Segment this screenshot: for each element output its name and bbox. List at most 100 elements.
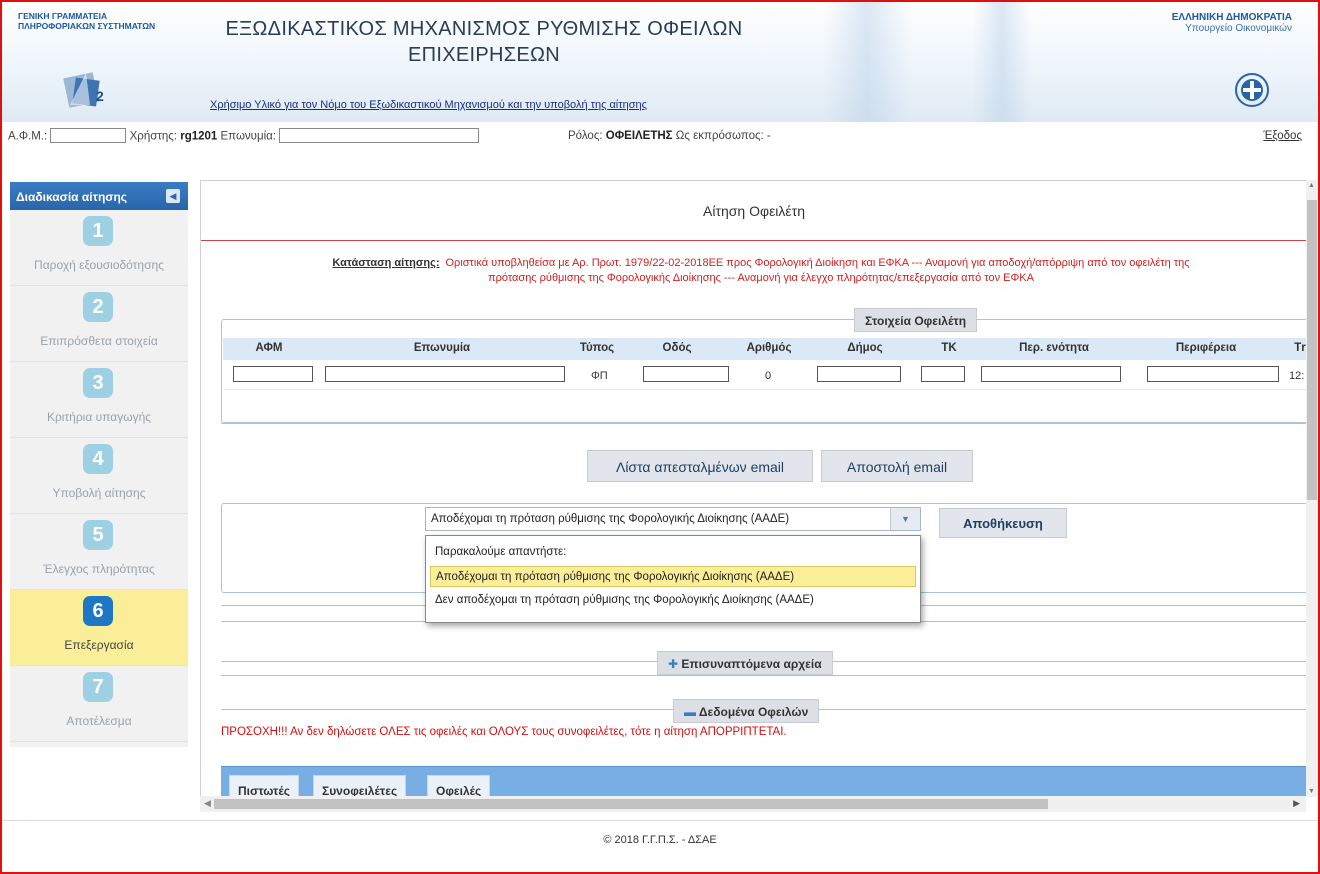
main-panel: Αίτηση Οφειλέτη Κατάσταση αίτησης: Οριστι… bbox=[200, 180, 1318, 797]
step-number: 5 bbox=[83, 520, 113, 550]
step-number: 4 bbox=[83, 444, 113, 474]
acceptance-select[interactable]: Αποδέχομαι τη πρόταση ρύθμισης της Φορολ… bbox=[425, 507, 921, 531]
plus-icon: ✚ bbox=[668, 657, 679, 671]
scroll-left-icon[interactable]: ◀ bbox=[204, 798, 211, 809]
status-text-2: πρότασης ρύθμισης της Φορολογικής Διοίκη… bbox=[488, 272, 1034, 284]
status-label: Κατάσταση αίτησης: bbox=[332, 257, 440, 269]
row-number: 0 bbox=[765, 370, 772, 382]
dropdown-option-prompt[interactable]: Παρακαλούμε απαντήστε: bbox=[430, 542, 916, 563]
step-6[interactable]: 6 Επεξεργασία bbox=[10, 590, 188, 666]
gg-logo-icon: 2 bbox=[63, 72, 104, 108]
user-value: rg1201 bbox=[180, 130, 218, 143]
debts-tabs: Πιστωτές Συνοφειλέτες Οφειλές bbox=[221, 766, 1311, 796]
row-street-field bbox=[643, 366, 729, 382]
tab-debts[interactable]: Οφειλές bbox=[427, 775, 491, 796]
application-status: Κατάσταση αίτησης: Οριστικά υποβληθείσα μ… bbox=[231, 256, 1291, 286]
col-name: Επωνυμία bbox=[413, 342, 471, 354]
horizontal-scrollbar[interactable]: ◀ ▶ bbox=[200, 796, 1306, 812]
divider bbox=[221, 423, 1311, 424]
tab-creditors[interactable]: Πιστωτές bbox=[229, 775, 300, 796]
col-region: Περιφέρεια bbox=[1175, 342, 1237, 354]
debtor-section-button[interactable]: Στοιχεία Οφειλέτη bbox=[854, 308, 978, 332]
vertical-scrollbar[interactable]: ▲ ▼ bbox=[1306, 180, 1318, 797]
select-value: Αποδέχομαι τη πρόταση ρύθμισης της Φορολ… bbox=[431, 513, 790, 525]
row-municipality-field bbox=[817, 366, 901, 382]
acceptance-dropdown: Παρακαλούμε απαντήστε: Αποδέχομαι τη πρό… bbox=[425, 535, 921, 623]
process-sidebar: Διαδικασία αίτησης ◀ 1 Παροχή εξουσιοδότ… bbox=[10, 182, 188, 747]
step-label: Κριτήρια υπαγωγής bbox=[46, 410, 152, 424]
debtor-details-box: ΑΦΜ Επωνυμία Τύπος Οδός Αριθμός Δήμος ΤΚ… bbox=[221, 319, 1311, 423]
step-3[interactable]: 3 Κριτήρια υπαγωγής bbox=[10, 362, 188, 438]
row-afm-field bbox=[233, 366, 313, 382]
dropdown-option-accept[interactable]: Αποδέχομαι τη πρόταση ρύθμισης της Φορολ… bbox=[430, 566, 916, 587]
debts-section-button[interactable]: ▬ Δεδομένα Οφειλών bbox=[673, 699, 820, 723]
dropdown-option-reject[interactable]: Δεν αποδέχομαι τη πρόταση ρύθμισης της Φ… bbox=[430, 590, 916, 611]
step-2[interactable]: 2 Επιπρόσθετα στοιχεία bbox=[10, 286, 188, 362]
step-5[interactable]: 5 Έλεγχος πληρότητας bbox=[10, 514, 188, 590]
scroll-right-icon[interactable]: ▶ bbox=[1293, 798, 1300, 809]
svg-text:2: 2 bbox=[96, 88, 104, 104]
ministry-name: ΕΛΛΗΝΙΚΗ ΔΗΜΟΚΡΑΤΙΑ Υπουργείο Οικονομικώ… bbox=[1171, 12, 1292, 34]
page-footer: © 2018 Γ.Γ.Π.Σ. - ΔΣΑΕ bbox=[2, 820, 1318, 872]
debtor-table-header: ΑΦΜ Επωνυμία Τύπος Οδός Αριθμός Δήμος ΤΚ… bbox=[223, 338, 1309, 360]
save-button[interactable]: Αποθήκευση bbox=[939, 508, 1067, 538]
attachments-section-button[interactable]: ✚ Επισυναπτόμενα αρχεία bbox=[657, 651, 833, 675]
col-municipality: Δήμος bbox=[847, 342, 883, 354]
minus-icon: ▬ bbox=[684, 705, 696, 719]
col-number: Αριθμός bbox=[746, 342, 792, 354]
step-number: 1 bbox=[83, 216, 113, 246]
status-text-1: Οριστικά υποβληθείσα με Αρ. Πρωτ. 1979/2… bbox=[445, 257, 1190, 269]
name-label: Επωνυμία: bbox=[220, 130, 276, 143]
step-number: 6 bbox=[83, 596, 113, 626]
step-label: Αποτέλεσμα bbox=[66, 714, 132, 728]
scroll-up-icon[interactable]: ▲ bbox=[1308, 182, 1315, 189]
tab-co-debtors[interactable]: Συνοφειλέτες bbox=[313, 775, 407, 796]
collapse-sidebar-icon[interactable]: ◀ bbox=[166, 189, 180, 203]
row-last-value: 12: bbox=[1289, 370, 1305, 382]
step-number: 7 bbox=[83, 672, 113, 702]
email-list-button[interactable]: Λίστα απεσταλμένων email bbox=[587, 450, 813, 482]
logout-link[interactable]: Έξοδος bbox=[1263, 130, 1302, 142]
step-label: Παροχή εξουσιοδότησης bbox=[34, 258, 164, 272]
step-1[interactable]: 1 Παροχή εξουσιοδότησης bbox=[10, 210, 188, 286]
step-number: 2 bbox=[83, 292, 113, 322]
col-afm: ΑΦΜ bbox=[255, 342, 283, 354]
step-label: Έλεγχος πληρότητας bbox=[43, 562, 155, 576]
sidebar-header: Διαδικασία αίτησης ◀ bbox=[10, 182, 188, 210]
afm-label: Α.Φ.Μ.: bbox=[8, 130, 48, 143]
send-email-button[interactable]: Αποστολή email bbox=[821, 450, 973, 482]
warning-text: ΠΡΟΣΟΧΗ!!! Αν δεν δηλώσετε ΟΛΕΣ τις οφει… bbox=[221, 726, 787, 738]
horizontal-scroll-thumb[interactable] bbox=[214, 799, 1048, 809]
name-field bbox=[279, 128, 480, 143]
vertical-scroll-thumb[interactable] bbox=[1307, 200, 1317, 500]
divider bbox=[221, 675, 1311, 676]
greek-emblem-icon bbox=[1235, 73, 1269, 107]
row-type: ΦΠ bbox=[591, 370, 608, 382]
afm-field bbox=[50, 128, 127, 143]
chevron-down-icon[interactable]: ▼ bbox=[890, 508, 920, 530]
table-row: ΦΠ 0 12: bbox=[223, 360, 1309, 390]
step-7[interactable]: 7 Αποτέλεσμα bbox=[10, 666, 188, 742]
debts-label: Δεδομένα Οφειλών bbox=[698, 705, 809, 719]
step-4[interactable]: 4 Υποβολή αίτησης bbox=[10, 438, 188, 514]
sidebar-title: Διαδικασία αίτησης bbox=[16, 190, 128, 204]
role-value: ΟΦΕΙΛΕΤΗΣ bbox=[605, 130, 673, 142]
gg-org-name: ΓΕΝΙΚΗ ΓΡΑΜΜΑΤΕΙΑ ΠΛΗΡΟΦΟΡΙΑΚΩΝ ΣΥΣΤΗΜΑΤ… bbox=[18, 11, 156, 31]
col-street: Οδός bbox=[662, 342, 692, 354]
representative-label: Ως εκπρόσωπος: bbox=[675, 130, 764, 142]
step-label: Επιπρόσθετα στοιχεία bbox=[40, 334, 158, 348]
site-header: ΓΕΝΙΚΗ ΓΡΑΜΜΑΤΕΙΑ ΠΛΗΡΟΦΟΡΙΑΚΩΝ ΣΥΣΤΗΜΑΤ… bbox=[2, 2, 1318, 122]
page-title: Αίτηση Οφειλέτη bbox=[201, 181, 1307, 241]
user-label: Χρήστης: bbox=[129, 130, 178, 143]
attachments-label: Επισυναπτόμενα αρχεία bbox=[681, 657, 822, 671]
user-info-bar: Α.Φ.Μ.: Χρήστης: rg1201 Επωνυμία: Ρόλος:… bbox=[2, 122, 1318, 152]
useful-material-link[interactable]: Χρήσιμο Υλικό για τον Νόμο του Εξωδικαστ… bbox=[210, 99, 647, 111]
row-regional-unit-field bbox=[981, 366, 1121, 382]
col-regional-unit: Περ. ενότητα bbox=[1019, 342, 1089, 354]
row-region-field bbox=[1147, 366, 1279, 382]
step-label: Υποβολή αίτησης bbox=[52, 486, 146, 500]
col-type: Τύπος bbox=[579, 342, 615, 354]
scroll-down-icon[interactable]: ▼ bbox=[1308, 788, 1315, 795]
step-number: 3 bbox=[83, 368, 113, 398]
role-label: Ρόλος: bbox=[568, 130, 603, 142]
